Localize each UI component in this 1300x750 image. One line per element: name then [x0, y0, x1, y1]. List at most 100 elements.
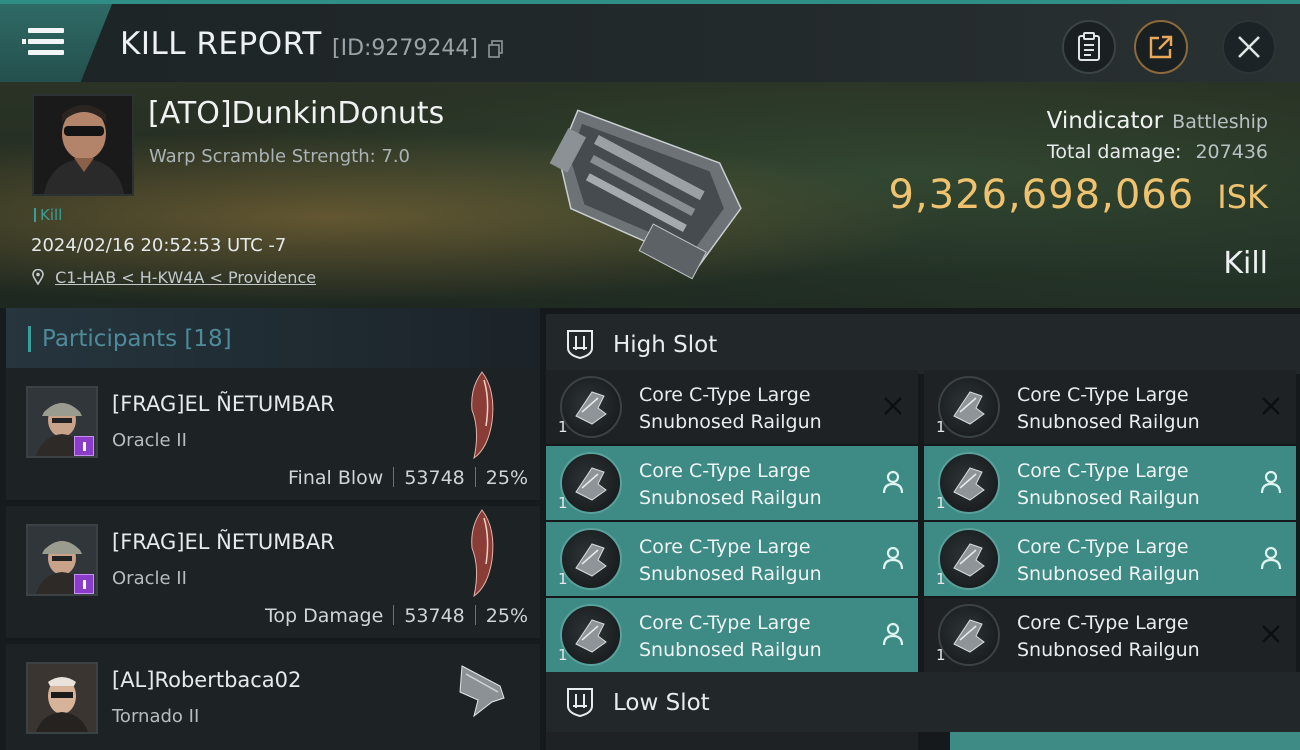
- victim-avatar[interactable]: [32, 94, 134, 196]
- dropped-person-icon: [1260, 470, 1282, 494]
- participant-row[interactable]: [FRAG]EL ÑETUMBAR Oracle II Top Damage 53…: [6, 506, 540, 640]
- clipboard-icon: [1078, 32, 1100, 61]
- module-name: Core C-Type Large Snubnosed Railgun: [639, 458, 869, 512]
- menu-button[interactable]: [0, 4, 112, 82]
- module-quantity: 1: [558, 418, 568, 436]
- participant-ship-image: [459, 665, 505, 718]
- module-item[interactable]: 1 Core C-Type Large Snubnosed Railgun: [924, 522, 1296, 596]
- module-name-line2: Snubnosed Railgun: [639, 487, 822, 509]
- participant-role: Top Damage: [265, 605, 384, 627]
- low-slot-module[interactable]: [546, 732, 918, 750]
- module-item[interactable]: 1 Core C-Type Large Snubnosed Railgun: [924, 598, 1296, 672]
- clipboard-button[interactable]: [1062, 20, 1116, 74]
- share-button[interactable]: [1134, 20, 1188, 74]
- ship-name: Vindicator: [1046, 108, 1164, 134]
- participant-ship-image: [471, 509, 494, 598]
- module-name-line1: Core C-Type Large: [639, 612, 811, 634]
- participant-stats: Final Blow 53748 25%: [288, 467, 528, 489]
- total-damage-value: 207436: [1195, 141, 1268, 163]
- location-link[interactable]: C1-HAB < H-KW4A < Providence: [32, 268, 316, 287]
- stat-divider: [393, 605, 395, 625]
- isk-value: 9,326,698,066 ISK: [889, 172, 1268, 218]
- participants-panel: Participants [18] [FRAG]EL ÑETUMBAR Orac…: [0, 308, 540, 750]
- page-title: KILL REPORT: [120, 26, 322, 62]
- participant-name: [FRAG]EL ÑETUMBAR: [112, 392, 335, 416]
- ship-class: Battleship: [1172, 111, 1268, 133]
- module-item[interactable]: 1 Core C-Type Large Snubnosed Railgun: [546, 598, 918, 672]
- fittings-panel: High Slot 1 Core C-Type Large Snubnosed Ra…: [540, 308, 1300, 750]
- total-damage-label: Total damage:: [1047, 141, 1182, 163]
- module-quantity: 1: [558, 646, 568, 664]
- module-name-line2: Snubnosed Railgun: [1017, 487, 1200, 509]
- railgun-icon: [560, 452, 622, 514]
- module-item[interactable]: 1 Core C-Type Large Snubnosed Railgun: [924, 370, 1296, 444]
- close-button[interactable]: [1222, 20, 1276, 74]
- module-name: Core C-Type Large Snubnosed Railgun: [1017, 534, 1247, 588]
- module-quantity: 1: [936, 646, 946, 664]
- module-quantity: 1: [936, 418, 946, 436]
- isk-unit: ISK: [1217, 178, 1268, 216]
- module-name: Core C-Type Large Snubnosed Railgun: [639, 382, 869, 436]
- module-name-line1: Core C-Type Large: [1017, 460, 1189, 482]
- participant-row[interactable]: [FRAG]EL ÑETUMBAR Oracle II Final Blow 53…: [6, 368, 540, 502]
- corp-badge-icon: [74, 436, 94, 456]
- low-slot-icon: [567, 688, 593, 718]
- module-item[interactable]: 1 Core C-Type Large Snubnosed Railgun: [546, 446, 918, 520]
- header-accent-bar: [28, 326, 31, 352]
- module-name-line1: Core C-Type Large: [1017, 612, 1189, 634]
- module-name-line2: Snubnosed Railgun: [639, 411, 822, 433]
- menu-icon-bar: [22, 39, 64, 44]
- corp-badge-icon: [74, 574, 94, 594]
- result-label: Kill: [1223, 246, 1268, 281]
- participant-ship-image: [471, 371, 494, 460]
- railgun-icon: [560, 528, 622, 590]
- participant-ship: Oracle II: [112, 430, 187, 451]
- kill-tag: Kill: [34, 206, 62, 224]
- module-quantity: 1: [558, 494, 568, 512]
- module-name: Core C-Type Large Snubnosed Railgun: [639, 534, 869, 588]
- participant-role: Final Blow: [288, 467, 384, 489]
- module-item[interactable]: 1 Core C-Type Large Snubnosed Railgun: [546, 522, 918, 596]
- dropped-person-icon: [882, 622, 904, 646]
- participant-row[interactable]: [AL]Robertbaca02 Tornado II: [6, 644, 540, 750]
- menu-icon-bar: [28, 50, 64, 55]
- share-icon: [1149, 35, 1173, 59]
- total-damage: Total damage: 207436: [1047, 141, 1268, 163]
- participant-percent: 25%: [485, 467, 528, 489]
- avatar[interactable]: [26, 662, 98, 734]
- location-pin-icon: [32, 268, 44, 286]
- low-slot-module[interactable]: [950, 732, 1300, 750]
- module-quantity: 1: [558, 570, 568, 588]
- victim-ship-type[interactable]: Vindicator Battleship: [1047, 108, 1268, 134]
- railgun-icon: [938, 376, 1000, 438]
- destroyed-x-icon: [884, 397, 902, 415]
- module-name-line2: Snubnosed Railgun: [639, 639, 822, 661]
- destroyed-x-icon: [1262, 397, 1280, 415]
- victim-name[interactable]: [ATO]DunkinDonuts: [148, 96, 444, 131]
- module-name: Core C-Type Large Snubnosed Railgun: [1017, 458, 1247, 512]
- dropped-person-icon: [1260, 546, 1282, 570]
- victim-ship-image[interactable]: [525, 92, 765, 302]
- participant-percent: 25%: [485, 605, 528, 627]
- module-name-line2: Snubnosed Railgun: [1017, 639, 1200, 661]
- module-item[interactable]: 1 Core C-Type Large Snubnosed Railgun: [924, 446, 1296, 520]
- low-slot-header: Low Slot: [546, 672, 1300, 732]
- warp-scramble-strength: Warp Scramble Strength: 7.0: [149, 146, 411, 167]
- module-name-line1: Core C-Type Large: [639, 384, 811, 406]
- participant-name: [AL]Robertbaca02: [112, 668, 302, 692]
- railgun-icon: [938, 452, 1000, 514]
- module-quantity: 1: [936, 494, 946, 512]
- copy-icon[interactable]: [488, 40, 504, 58]
- module-name-line1: Core C-Type Large: [1017, 384, 1189, 406]
- top-bar: KILL REPORT [ID:9279244]: [0, 0, 1300, 82]
- module-name-line2: Snubnosed Railgun: [1017, 563, 1200, 585]
- low-slot-label: Low Slot: [613, 690, 710, 716]
- railgun-icon: [560, 604, 622, 666]
- stat-divider: [474, 605, 476, 625]
- location-text[interactable]: C1-HAB < H-KW4A < Providence: [55, 268, 316, 287]
- report-id: [ID:9279244]: [332, 36, 478, 61]
- module-item[interactable]: 1 Core C-Type Large Snubnosed Railgun: [546, 370, 918, 444]
- railgun-icon: [938, 604, 1000, 666]
- module-name: Core C-Type Large Snubnosed Railgun: [639, 610, 869, 664]
- railgun-icon: [560, 376, 622, 438]
